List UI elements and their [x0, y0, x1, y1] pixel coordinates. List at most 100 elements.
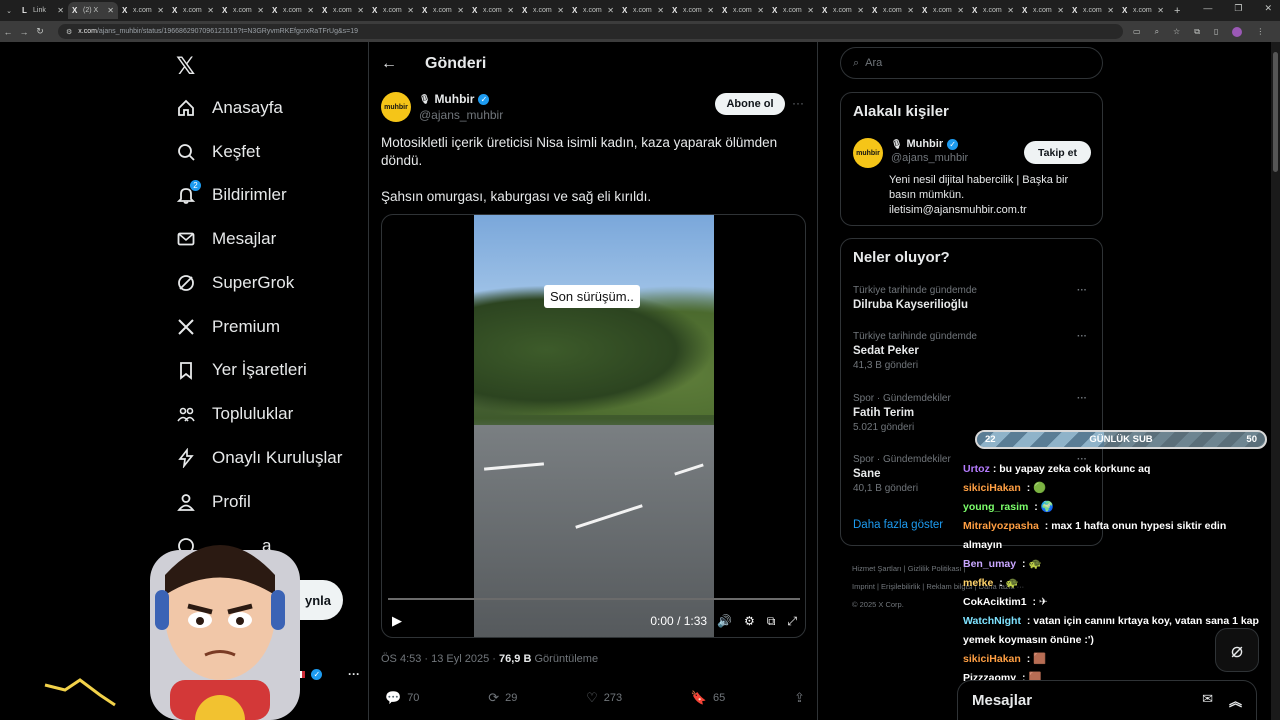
author-handle[interactable]: @ajans_muhbir: [419, 108, 503, 122]
author-name[interactable]: Muhbir: [434, 92, 474, 106]
new-message-icon[interactable]: ✉: [1202, 691, 1213, 710]
related-name[interactable]: Muhbir: [906, 138, 943, 150]
reply-button[interactable]: 💬 70: [385, 690, 419, 706]
tab-close-icon[interactable]: ✕: [1107, 6, 1114, 15]
trend-item[interactable]: Türkiye tarihinde gündemde Sedat Peker 41,…: [853, 331, 1093, 371]
browser-tab[interactable]: Xx.com ✕: [168, 2, 218, 19]
author-avatar[interactable]: muhbir: [381, 92, 411, 122]
related-handle[interactable]: @ajans_muhbir: [891, 152, 968, 164]
like-button[interactable]: ♡ 273: [586, 690, 622, 706]
nav-item-9[interactable]: Profil: [176, 492, 251, 512]
browser-tab[interactable]: Xx.com ✕: [1018, 2, 1068, 19]
post-more-icon[interactable]: ···: [792, 96, 804, 110]
nav-item-5[interactable]: Premium: [176, 317, 280, 337]
browser-tab[interactable]: Xx.com ✕: [618, 2, 668, 19]
repost-button[interactable]: ⟳ 29: [488, 690, 517, 706]
tab-close-icon[interactable]: ✕: [507, 6, 514, 15]
more-dots-icon[interactable]: ···: [348, 667, 360, 681]
browser-tab[interactable]: Xx.com ✕: [818, 2, 868, 19]
new-tab-button[interactable]: +: [1174, 5, 1180, 17]
back-arrow-icon[interactable]: ←: [381, 55, 397, 73]
tab-close-icon[interactable]: ✕: [907, 6, 914, 15]
tab-close-icon[interactable]: ✕: [707, 6, 714, 15]
messages-drawer[interactable]: Mesajlar ✉ ︽: [957, 680, 1257, 720]
nav-item-1[interactable]: Keşfet: [176, 142, 260, 162]
tab-close-icon[interactable]: ✕: [407, 6, 414, 15]
url-field[interactable]: ⚙ x.com/ajans_muhbir/status/196686290709…: [58, 24, 1123, 39]
browser-tab[interactable]: Xx.com ✕: [868, 2, 918, 19]
page-scrollbar[interactable]: [1271, 42, 1280, 720]
settings-icon[interactable]: ⚙: [744, 614, 755, 629]
browser-tab[interactable]: L Link ✕: [18, 2, 68, 19]
tab-close-icon[interactable]: ✕: [807, 6, 814, 15]
browser-tab[interactable]: Xx.com ✕: [768, 2, 818, 19]
tab-close-icon[interactable]: ✕: [307, 6, 314, 15]
video-frame[interactable]: Son sürüşüm..: [474, 215, 714, 637]
tab-close-icon[interactable]: ✕: [257, 6, 264, 15]
fullscreen-icon[interactable]: ⤢: [787, 614, 797, 629]
trend-item[interactable]: Spor · Gündemdekiler Fatih Terim 5.021 gön…: [853, 393, 1093, 433]
tab-close-icon[interactable]: ✕: [757, 6, 764, 15]
x-logo-icon[interactable]: 𝕏: [176, 52, 195, 81]
tab-close-icon[interactable]: ✕: [557, 6, 564, 15]
volume-icon[interactable]: 🔊: [717, 614, 732, 629]
forward-icon[interactable]: →: [16, 27, 32, 37]
nav-item-0[interactable]: Anasayfa: [176, 98, 283, 118]
browser-tab[interactable]: Xx.com ✕: [368, 2, 418, 19]
browser-tab[interactable]: Xx.com ✕: [418, 2, 468, 19]
tab-close-icon[interactable]: ✕: [1007, 6, 1014, 15]
search-field[interactable]: ⌕ Ara: [840, 47, 1103, 79]
share-button[interactable]: ⇪: [794, 690, 805, 706]
browser-tab[interactable]: Xx.com ✕: [668, 2, 718, 19]
show-more-link[interactable]: Daha fazla göster: [853, 519, 943, 531]
video-progress-bar[interactable]: [388, 598, 800, 600]
menu-icon[interactable]: ⋮: [1256, 27, 1264, 36]
tab-close-icon[interactable]: ✕: [457, 6, 464, 15]
tab-close-icon[interactable]: ✕: [57, 6, 64, 15]
nav-item-3[interactable]: Mesajlar: [176, 229, 276, 249]
browser-tab[interactable]: Xx.com ✕: [118, 2, 168, 19]
play-icon[interactable]: ▶: [392, 613, 402, 629]
browser-tab[interactable]: Xx.com ✕: [318, 2, 368, 19]
maximize-icon[interactable]: ❐: [1234, 3, 1242, 14]
zoom-icon[interactable]: ⌕: [1155, 27, 1159, 37]
expand-icon[interactable]: ︽: [1229, 691, 1242, 710]
back-icon[interactable]: ←: [0, 27, 16, 37]
tab-close-icon[interactable]: ✕: [857, 6, 864, 15]
nav-item-8[interactable]: Onaylı Kuruluşlar: [176, 448, 342, 468]
star-icon[interactable]: ☆: [1173, 27, 1180, 36]
browser-tab[interactable]: Xx.com ✕: [1118, 2, 1168, 19]
nav-item-6[interactable]: Yer İşaretleri: [176, 360, 307, 380]
tab-close-icon[interactable]: ✕: [657, 6, 664, 15]
trend-item[interactable]: Türkiye tarihinde gündemde Dilruba Kayser…: [853, 285, 1093, 311]
tab-close-icon[interactable]: ✕: [607, 6, 614, 15]
grok-button[interactable]: ⌀: [1215, 628, 1259, 672]
extensions-icon[interactable]: ⧉: [1194, 27, 1200, 37]
trend-more-icon[interactable]: ···: [1077, 393, 1087, 404]
trend-more-icon[interactable]: ···: [1077, 331, 1087, 342]
site-info-icon[interactable]: ⚙: [66, 28, 72, 36]
bookmark-button[interactable]: 🔖 65: [691, 690, 725, 706]
post-timestamp[interactable]: ÖS 4:53 · 13 Eyl 2025 ·: [381, 653, 499, 665]
browser-tab[interactable]: Xx.com ✕: [218, 2, 268, 19]
tab-close-icon[interactable]: ✕: [1157, 6, 1164, 15]
browser-tab[interactable]: Xx.com ✕: [968, 2, 1018, 19]
browser-tab[interactable]: Xx.com ✕: [918, 2, 968, 19]
sidepanel-icon[interactable]: ▯: [1214, 27, 1218, 36]
tab-close-icon[interactable]: ✕: [207, 6, 214, 15]
browser-tab[interactable]: Xx.com ✕: [1068, 2, 1118, 19]
profile-avatar[interactable]: [1232, 26, 1243, 37]
scrollbar-thumb[interactable]: [1273, 52, 1278, 172]
related-avatar[interactable]: muhbir: [853, 138, 883, 168]
minimize-icon[interactable]: —: [1203, 3, 1212, 14]
tab-close-icon[interactable]: ✕: [357, 6, 364, 15]
nav-item-2[interactable]: 2 Bildirimler: [176, 180, 287, 205]
nav-item-4[interactable]: SuperGrok: [176, 273, 294, 293]
close-window-icon[interactable]: ✕: [1264, 3, 1272, 14]
browser-tab[interactable]: Xx.com ✕: [568, 2, 618, 19]
video-player[interactable]: Son sürüşüm.. ▶ 0:00 / 1:33 🔊 ⚙ ⧉ ⤢: [381, 214, 806, 638]
reload-icon[interactable]: ↻: [32, 26, 48, 37]
browser-tab[interactable]: Xx.com ✕: [268, 2, 318, 19]
trend-more-icon[interactable]: ···: [1077, 285, 1087, 296]
pip-icon[interactable]: ⧉: [767, 614, 776, 629]
